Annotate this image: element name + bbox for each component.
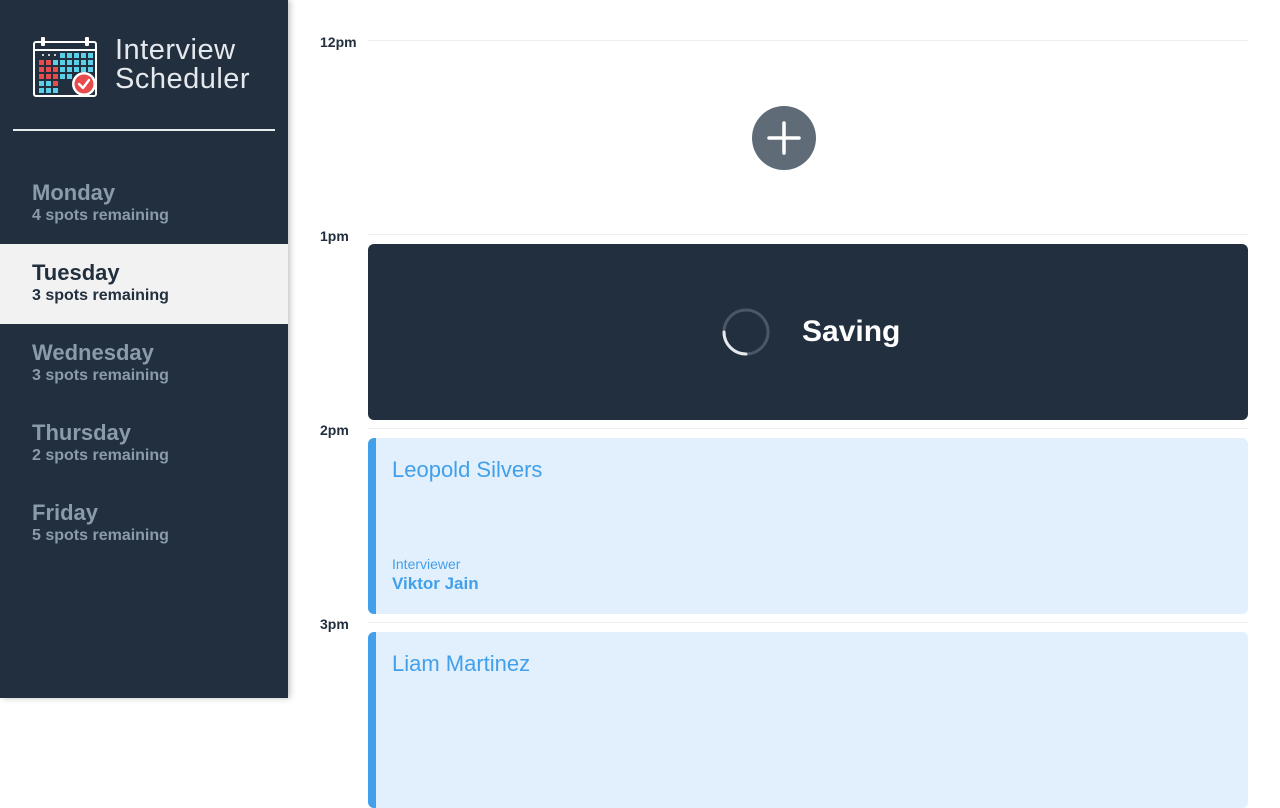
spinner-icon xyxy=(722,308,770,356)
time-label-1pm: 1pm xyxy=(320,228,349,244)
time-divider xyxy=(368,40,1248,41)
sidebar-divider xyxy=(13,129,275,131)
app-title-line-2: Scheduler xyxy=(115,63,251,95)
appointment-accent-bar xyxy=(368,632,376,808)
brand: Interview Scheduler xyxy=(33,36,273,98)
time-label-2pm: 2pm xyxy=(320,422,349,438)
day-spots: 4 spots remaining xyxy=(32,207,169,224)
day-name: Monday xyxy=(32,180,116,205)
time-divider xyxy=(368,234,1248,235)
day-item-tuesday[interactable]: Tuesday 3 spots remaining xyxy=(0,244,288,324)
time-divider xyxy=(368,428,1248,429)
day-name: Wednesday xyxy=(32,340,154,365)
day-spots: 3 spots remaining xyxy=(32,367,169,384)
time-label-12pm: 12pm xyxy=(320,34,357,50)
day-item-friday[interactable]: Friday 5 spots remaining xyxy=(0,484,288,564)
day-name: Friday xyxy=(32,500,99,525)
app-title-line-1: Interview xyxy=(115,34,236,66)
day-name: Thursday xyxy=(32,420,132,445)
schedule: 12pm 1pm Saving 2pm Leopold Silvers Inte… xyxy=(288,0,1280,808)
day-spots: 3 spots remaining xyxy=(32,287,169,304)
appointment-card[interactable]: Leopold Silvers Interviewer Viktor Jain xyxy=(368,438,1248,614)
plus-icon xyxy=(767,121,801,155)
add-appointment-button[interactable] xyxy=(752,106,816,170)
day-spots: 5 spots remaining xyxy=(32,527,169,544)
saving-status: Saving xyxy=(368,244,1248,420)
calendar-logo-icon xyxy=(33,37,97,97)
day-name: Tuesday xyxy=(32,260,120,285)
time-divider xyxy=(368,622,1248,623)
student-name: Liam Martinez xyxy=(392,651,531,676)
day-item-monday[interactable]: Monday 4 spots remaining xyxy=(0,164,288,244)
day-item-thursday[interactable]: Thursday 2 spots remaining xyxy=(0,404,288,484)
time-label-3pm: 3pm xyxy=(320,616,349,632)
student-name: Leopold Silvers xyxy=(392,457,543,482)
day-list: Monday 4 spots remaining Tuesday 3 spots… xyxy=(0,164,288,564)
appointment-card[interactable]: Liam Martinez xyxy=(368,632,1248,808)
saving-text: Saving xyxy=(802,315,901,348)
interviewer-label: Interviewer xyxy=(392,556,461,572)
interviewer-name: Viktor Jain xyxy=(392,574,479,593)
appointment-accent-bar xyxy=(368,438,376,614)
day-spots: 2 spots remaining xyxy=(32,447,169,464)
day-item-wednesday[interactable]: Wednesday 3 spots remaining xyxy=(0,324,288,404)
app-title: Interview Scheduler xyxy=(115,36,250,94)
sidebar: Interview Scheduler Monday 4 spots remai… xyxy=(0,0,288,698)
